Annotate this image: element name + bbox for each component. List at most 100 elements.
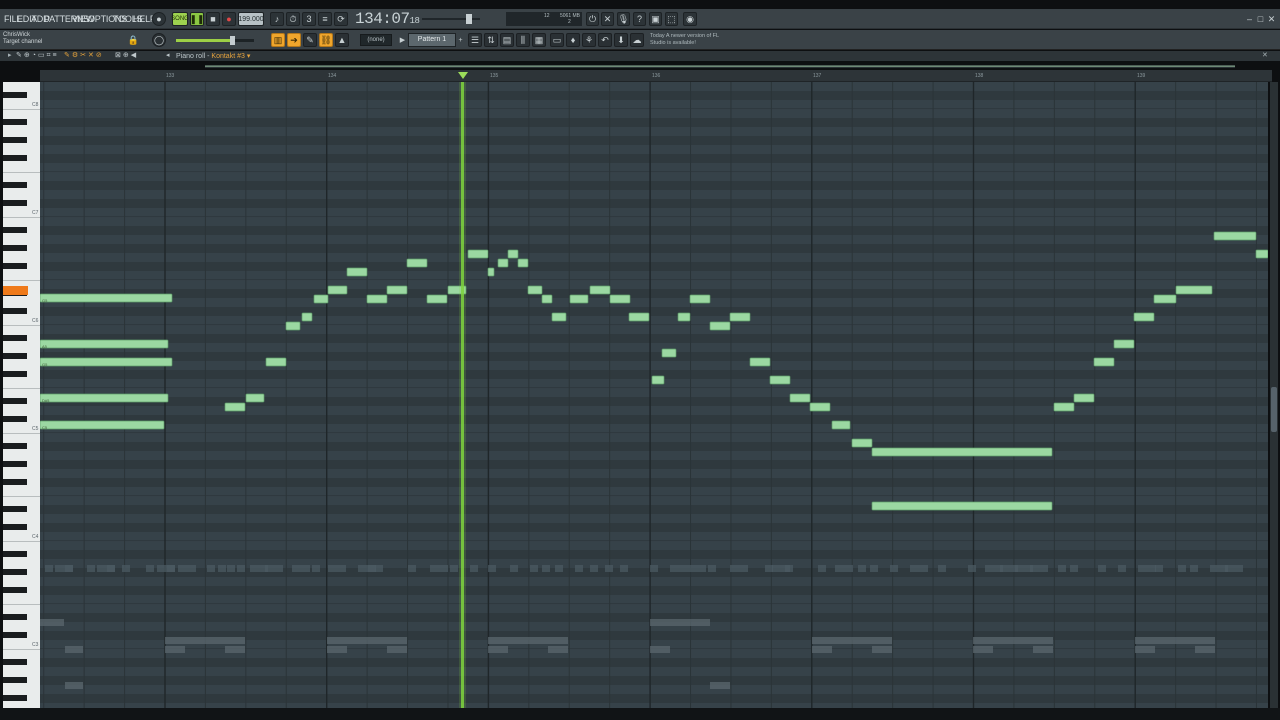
browser-window-icon[interactable]: ▭ [550, 33, 564, 47]
piano-roll-tools-icons[interactable]: ✎⊕◔▭⌗≡ [16, 51, 59, 60]
minimize-icon[interactable]: – [1245, 12, 1254, 26]
plugin-picker-icon[interactable]: ♦ [566, 33, 580, 47]
time-ruler[interactable]: 133 134 135 136 137 138 139 [40, 70, 1272, 82]
metronome-icon[interactable]: ♪ [270, 12, 284, 26]
export-icon[interactable]: ⬇ [614, 33, 628, 47]
master-volume-slider[interactable] [422, 13, 482, 25]
mixer-icon[interactable]: ▥ [271, 33, 285, 47]
melody-note [651, 375, 665, 385]
vertical-scrollbar[interactable] [1270, 82, 1278, 708]
piano-roll-window-icon[interactable]: ▤ [500, 33, 514, 47]
cloud-icon[interactable]: ☁ [630, 33, 644, 47]
blend-notes-icon[interactable]: ≡ [318, 12, 332, 26]
song-position-display[interactable]: 134:0718 [355, 10, 420, 28]
pattern-prev-icon[interactable]: ▶ [398, 33, 407, 47]
black-key[interactable] [3, 461, 27, 467]
key-separator [3, 388, 40, 389]
stamp-icon[interactable]: ▲ [335, 33, 349, 47]
black-key[interactable] [3, 506, 27, 512]
black-key[interactable] [3, 137, 27, 143]
grid-row [40, 118, 1268, 127]
loop-record-icon[interactable]: ⟳ [334, 12, 348, 26]
piano-keyboard[interactable]: C8 C7 C6 C5 C4 C3 [3, 82, 40, 708]
shortcut-icon[interactable]: ✕ [601, 12, 614, 26]
piano-roll-title[interactable]: Piano roll - Kontakt #3 ▾ [176, 52, 250, 60]
cpu-memory-monitor: 12 5061 MB 2 [506, 12, 582, 26]
ghost-note [122, 565, 130, 572]
stop-icon[interactable]: ■ [206, 12, 220, 26]
ghost-note [207, 565, 215, 572]
black-key[interactable] [3, 182, 27, 188]
pattern-add-icon[interactable]: + [456, 33, 465, 47]
undo-icon[interactable]: ↶ [598, 33, 612, 47]
black-key[interactable] [3, 632, 27, 638]
tempo-display[interactable]: 199.000 [238, 12, 264, 26]
automation-icon[interactable]: ⇅ [484, 33, 498, 47]
black-key[interactable] [3, 245, 27, 251]
black-key[interactable] [3, 371, 27, 377]
black-key[interactable] [3, 92, 27, 98]
black-key[interactable] [3, 155, 27, 161]
ghost-note [835, 565, 853, 572]
event-overview-strip[interactable] [205, 63, 1235, 70]
black-key[interactable] [3, 659, 27, 665]
black-key[interactable] [3, 551, 27, 557]
ghost-note [430, 565, 448, 572]
mic-icon[interactable]: 🎙 [617, 12, 630, 26]
black-key[interactable] [3, 443, 27, 449]
browser-icon[interactable]: ▣ [649, 12, 662, 26]
pattern-selector[interactable]: Pattern 1 [408, 33, 456, 47]
maximize-icon[interactable]: □ [1256, 12, 1265, 26]
wait-input-icon[interactable]: ⏱ [286, 12, 300, 26]
channel-rack-icon[interactable]: ➔ [287, 33, 301, 47]
black-key[interactable] [3, 353, 27, 359]
lock-icon[interactable]: 🔒 [128, 33, 139, 47]
black-key[interactable] [3, 335, 27, 341]
black-key[interactable] [3, 695, 27, 701]
scrollbar-thumb[interactable] [1271, 387, 1277, 432]
pat-song-toggle-icon[interactable]: ● [152, 12, 166, 26]
close-icon[interactable]: ✕ [1267, 12, 1276, 26]
black-key[interactable] [3, 524, 27, 530]
octave-label-c7: C7 [32, 210, 39, 216]
note-grid-canvas[interactable]: G5 A5 G5 D#5 C5 [40, 82, 1268, 708]
mixer-window-icon[interactable]: ⫼ [516, 33, 530, 47]
power-icon[interactable]: ⏻ [586, 12, 599, 26]
black-key[interactable] [3, 119, 27, 125]
black-key[interactable] [3, 587, 27, 593]
zoom-tools-icons[interactable]: ⊠⊕◀ [115, 51, 138, 59]
piano-roll-menu-icon[interactable]: ▸ [8, 51, 12, 59]
edit-tools-icons[interactable]: ✎⚙✂✕⊘ [64, 51, 104, 59]
countdown-icon[interactable]: 3 [302, 12, 316, 26]
tempo-tap-icon[interactable]: ⚘ [582, 33, 596, 47]
channel-window-icon[interactable]: ▦ [532, 33, 546, 47]
ghost-note [328, 565, 346, 572]
link-icon[interactable]: ⛓ [319, 33, 333, 47]
playlist-icon[interactable]: ☰ [468, 33, 482, 47]
news-panel[interactable]: Today A newer version of FL Studio is av… [650, 33, 719, 47]
black-key[interactable] [3, 200, 27, 206]
black-key[interactable] [3, 227, 27, 233]
black-key[interactable] [3, 677, 27, 683]
piano-roll-icon[interactable]: ✎ [303, 33, 317, 47]
chat-icon[interactable]: ◉ [683, 12, 697, 26]
note-grid[interactable]: G5 A5 G5 D#5 C5 [40, 82, 1268, 708]
black-key[interactable] [3, 569, 27, 575]
ghost-note [488, 637, 568, 644]
playhead-marker-icon[interactable] [458, 72, 468, 79]
record-icon[interactable]: ● [222, 12, 236, 26]
black-key[interactable] [3, 479, 27, 485]
help-icon[interactable]: ? [633, 12, 646, 26]
black-key[interactable] [3, 308, 27, 314]
channel-select[interactable]: (none) [360, 34, 392, 46]
pause-icon[interactable]: ❚❚ [189, 12, 205, 26]
black-key[interactable] [3, 263, 27, 269]
plugin-icon[interactable]: ⬚ [665, 12, 678, 26]
pitch-slider[interactable] [176, 36, 254, 45]
black-key[interactable] [3, 614, 27, 620]
black-key[interactable] [3, 416, 27, 422]
black-key[interactable] [3, 398, 27, 404]
arrange-knob-icon[interactable]: ◯ [152, 33, 166, 47]
piano-roll-close-icon[interactable]: ✕ [1262, 51, 1268, 59]
song-mode-button[interactable]: SONG [171, 12, 189, 26]
